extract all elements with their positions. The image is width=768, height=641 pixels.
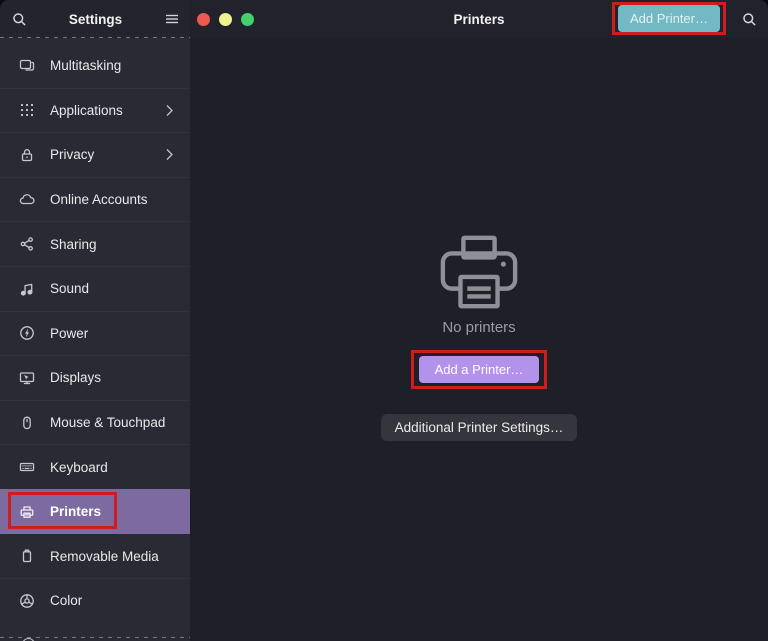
sidebar-item-label: Multitasking — [50, 58, 121, 73]
settings-sidebar: Multitasking Applications Privacy Online Ac… — [0, 38, 190, 641]
sidebar-item-label: Displays — [50, 370, 101, 385]
maximize-window-button[interactable] — [241, 13, 254, 26]
window-controls — [197, 13, 254, 26]
sidebar-item-printers[interactable]: Printers — [0, 489, 190, 534]
sidebar-headerbar: Settings — [0, 0, 190, 38]
annotation-box-add-a-printer: Add a Printer… — [411, 350, 548, 389]
hamburger-menu-icon[interactable] — [159, 6, 185, 32]
add-printer-button[interactable]: Add Printer… — [618, 5, 720, 32]
headerbar: Settings Printers Add Printer… — [0, 0, 768, 38]
sidebar-item-power[interactable]: Power — [0, 311, 190, 356]
removable-media-icon — [19, 548, 35, 564]
sidebar-item-sound[interactable]: Sound — [0, 266, 190, 311]
main-headerbar: Printers Add Printer… — [190, 0, 768, 38]
sidebar-item-label: Applications — [50, 103, 123, 118]
applications-icon — [19, 102, 35, 118]
sound-icon — [19, 281, 35, 297]
sidebar-item-label: Color — [50, 593, 82, 608]
sidebar-item-label: Mouse & Touchpad — [50, 415, 165, 430]
page-title: Printers — [190, 12, 768, 27]
sidebar-item-label: Privacy — [50, 147, 94, 162]
annotation-box-add-printer: Add Printer… — [612, 2, 726, 35]
printers-panel: No printers Add a Printer… Additional Pr… — [190, 38, 768, 641]
close-window-button[interactable] — [197, 13, 210, 26]
sidebar-item-online-accounts[interactable]: Online Accounts — [0, 177, 190, 222]
sidebar-item-color[interactable]: Color — [0, 578, 190, 623]
chevron-right-icon — [165, 148, 174, 161]
printer-icon — [435, 232, 523, 314]
empty-state-title: No printers — [442, 319, 515, 336]
sidebar-item-label: Keyboard — [50, 460, 108, 475]
sidebar-item-mouse-touchpad[interactable]: Mouse & Touchpad — [0, 400, 190, 445]
sidebar-item-label: Printers — [50, 504, 101, 519]
printers-icon — [19, 504, 35, 520]
sharing-icon — [19, 236, 35, 252]
mouse-icon — [19, 415, 35, 431]
sidebar-item-label: Sharing — [50, 237, 97, 252]
sidebar-item-keyboard[interactable]: Keyboard — [0, 444, 190, 489]
sidebar-item-label: Removable Media — [50, 549, 159, 564]
online-accounts-icon — [19, 192, 35, 208]
chevron-right-icon — [165, 104, 174, 117]
sidebar-list: Multitasking Applications Privacy Online Ac… — [0, 38, 190, 623]
keyboard-icon — [19, 459, 35, 475]
sidebar-item-displays[interactable]: Displays — [0, 355, 190, 400]
sidebar-item-sharing[interactable]: Sharing — [0, 221, 190, 266]
additional-printer-settings-button[interactable]: Additional Printer Settings… — [381, 414, 578, 441]
displays-icon — [19, 370, 35, 386]
color-icon — [19, 593, 35, 609]
search-icon[interactable] — [6, 6, 32, 32]
sidebar-item-label: Sound — [50, 281, 89, 296]
sidebar-item-label: Power — [50, 326, 88, 341]
sidebar-item-label: Online Accounts — [50, 192, 148, 207]
sidebar-item-privacy[interactable]: Privacy — [0, 132, 190, 177]
search-icon[interactable] — [736, 6, 762, 32]
minimize-window-button[interactable] — [219, 13, 232, 26]
sidebar-item-applications[interactable]: Applications — [0, 88, 190, 133]
settings-window: Settings Printers Add Printer… — [0, 0, 768, 641]
app-title: Settings — [32, 12, 159, 27]
add-a-printer-button[interactable]: Add a Printer… — [419, 356, 540, 383]
multitasking-icon — [19, 57, 35, 73]
sidebar-item-multitasking[interactable]: Multitasking — [0, 43, 190, 88]
power-icon — [19, 325, 35, 341]
privacy-icon — [19, 147, 35, 163]
sidebar-item-removable-media[interactable]: Removable Media — [0, 534, 190, 579]
